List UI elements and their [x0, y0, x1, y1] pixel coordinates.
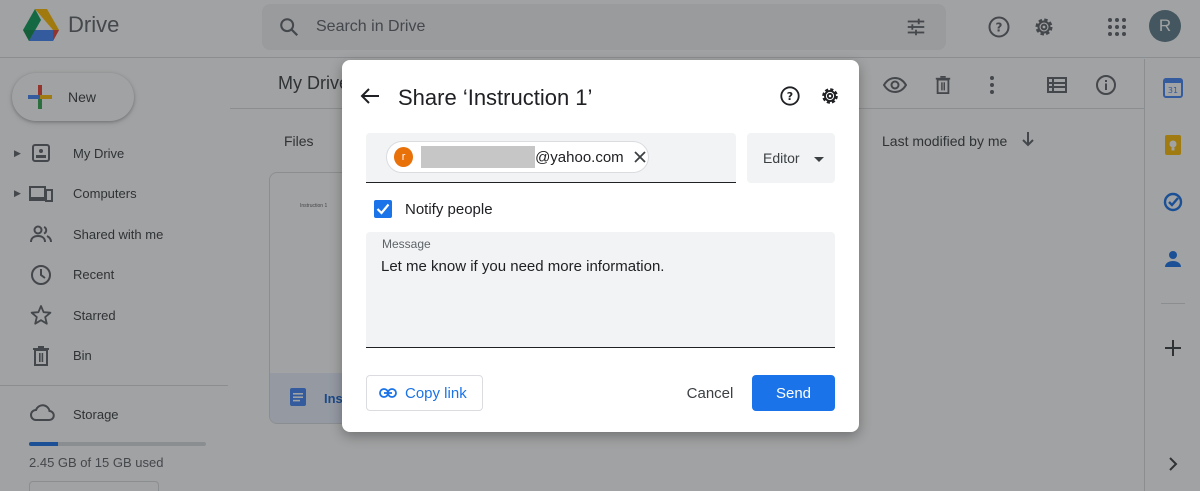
role-value: Editor [763, 150, 800, 166]
copy-link-label: Copy link [405, 384, 467, 402]
notify-checkbox[interactable] [374, 200, 392, 218]
redacted-email-block [421, 146, 536, 168]
copy-link-button[interactable]: Copy link [366, 375, 483, 411]
help-icon[interactable]: ? [778, 84, 802, 108]
notify-people-row[interactable]: Notify people [374, 200, 493, 218]
back-arrow-icon[interactable] [358, 84, 382, 108]
settings-icon[interactable] [818, 84, 842, 108]
dialog-title: Share ‘Instruction 1’ [398, 85, 593, 110]
send-button[interactable]: Send [752, 375, 835, 411]
recipient-avatar: r [394, 147, 414, 167]
message-text[interactable]: Let me know if you need more information… [381, 258, 664, 275]
notify-label: Notify people [405, 200, 493, 218]
cancel-button[interactable]: Cancel [678, 375, 742, 411]
remove-recipient-close-icon[interactable] [633, 149, 648, 165]
message-label: Message [382, 237, 431, 251]
recipient-email: @yahoo.com [535, 148, 624, 166]
share-dialog: Share ‘Instruction 1’ ? r @yahoo.com Edi… [342, 60, 859, 432]
message-field[interactable]: Message Let me know if you need more inf… [366, 232, 835, 348]
role-select[interactable]: Editor [747, 133, 835, 183]
recipient-chip[interactable]: r @yahoo.com [386, 141, 649, 173]
dropdown-arrow-icon [813, 150, 824, 166]
link-icon [379, 388, 397, 398]
recipients-field[interactable]: r @yahoo.com [366, 133, 736, 183]
svg-text:?: ? [787, 90, 793, 103]
